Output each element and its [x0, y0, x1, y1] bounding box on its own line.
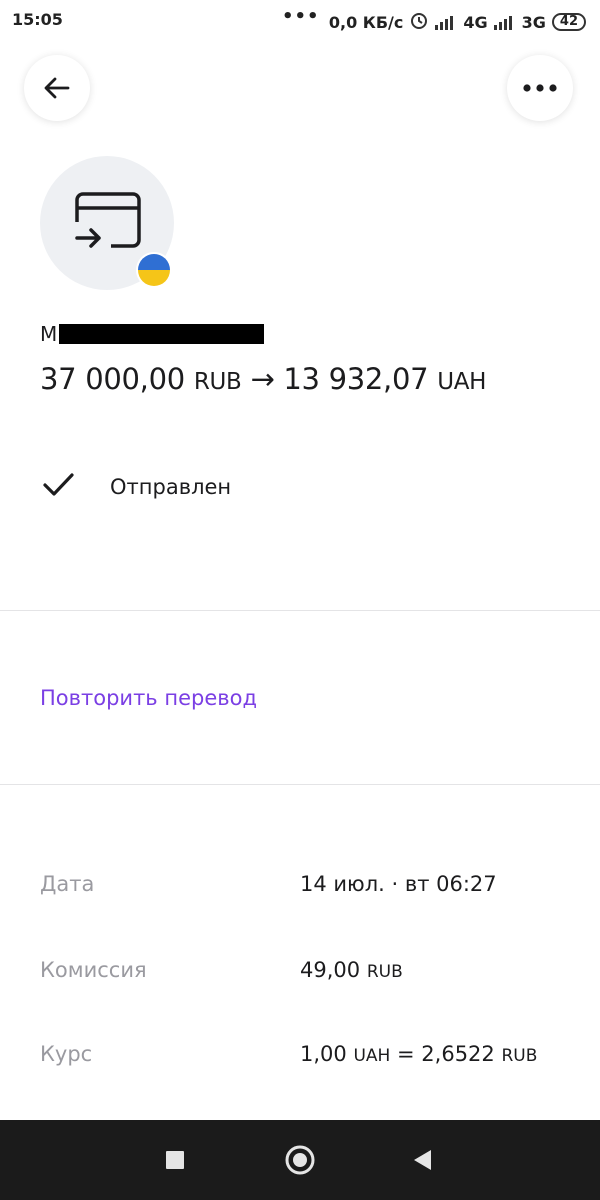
- more-horizontal-icon: [523, 84, 557, 92]
- redacted-name: [59, 324, 265, 344]
- rate-equals: =: [397, 1042, 415, 1066]
- rate-label: Курс: [40, 1042, 93, 1066]
- network-type-1: 4G: [463, 12, 488, 32]
- status-time: 15:05: [12, 10, 63, 29]
- triangle-back-icon: [414, 1150, 431, 1170]
- signal-icon-2: [493, 14, 516, 30]
- fee-currency: RUB: [366, 962, 403, 982]
- rate-left-currency: UAH: [353, 1046, 391, 1066]
- notification-dots: •••: [282, 6, 320, 27]
- square-icon: [166, 1151, 184, 1169]
- currency-to: UAH: [437, 369, 487, 395]
- circle-icon: [285, 1145, 315, 1175]
- more-options-button[interactable]: [507, 55, 573, 121]
- back-nav-button[interactable]: [402, 1140, 442, 1180]
- fee-amount: 49,00: [300, 958, 361, 982]
- amount-to: 13 932,07: [283, 362, 429, 396]
- ukraine-flag-icon: [136, 252, 172, 288]
- check-icon: [43, 473, 74, 496]
- arrow-right-icon: →: [250, 362, 275, 396]
- status-text: Отправлен: [110, 475, 232, 499]
- recipient-name: М: [40, 322, 265, 346]
- back-button[interactable]: [24, 55, 90, 121]
- currency-from: RUB: [193, 369, 242, 395]
- transfer-status: Отправлен: [40, 470, 231, 500]
- fee-label: Комиссия: [40, 958, 147, 982]
- repeat-transfer-link[interactable]: Повторить перевод: [40, 686, 257, 710]
- rate-right-currency: RUB: [501, 1046, 538, 1066]
- network-type-2: 3G: [521, 12, 546, 32]
- status-indicators: 0,0 КБ/с 4G 3G 42: [329, 10, 586, 34]
- battery-indicator: 42: [551, 13, 586, 31]
- network-speed: 0,0 КБ/с: [328, 12, 404, 32]
- signal-icon: [435, 14, 457, 30]
- card-transfer-icon: [71, 192, 141, 252]
- rate-value: 1,00 UAH = 2,6522 RUB: [300, 1042, 537, 1066]
- home-button[interactable]: [280, 1140, 320, 1180]
- divider: [0, 610, 600, 611]
- recipient-initial: М: [40, 322, 58, 346]
- date-value: 14 июл. · вт 06:27: [300, 872, 497, 896]
- amount-from: 37 000,00: [40, 362, 185, 396]
- date-label: Дата: [40, 872, 95, 896]
- recents-button[interactable]: [155, 1140, 195, 1180]
- rate-right: 2,6522: [421, 1042, 495, 1066]
- alarm-icon: [409, 10, 429, 34]
- status-bar: 15:05 ••• 0,0 КБ/с 4G 3G 42: [0, 0, 600, 42]
- arrow-left-icon: [44, 77, 70, 99]
- transfer-amount: 37 000,00 RUB → 13 932,07 UAH: [40, 362, 486, 396]
- fee-value: 49,00 RUB: [300, 958, 403, 982]
- system-nav-bar: [0, 1120, 600, 1200]
- divider: [0, 784, 600, 785]
- rate-left: 1,00: [300, 1042, 347, 1066]
